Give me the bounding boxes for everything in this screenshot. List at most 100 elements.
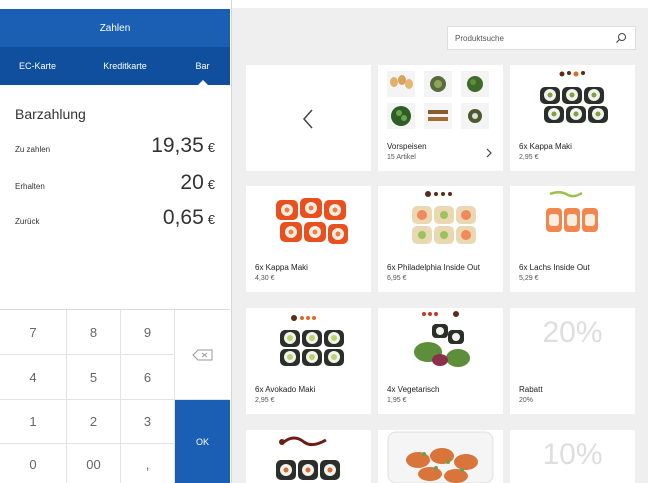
- change-value: 0,65 €: [163, 206, 215, 230]
- product-price: 5,29 €: [519, 275, 539, 282]
- category-tile-vorspeisen[interactable]: Vorspeisen 15 Artikel: [378, 65, 503, 171]
- key-label: 00: [86, 456, 101, 472]
- key-label: 5: [89, 369, 98, 385]
- product-price: 1,95 €: [387, 397, 407, 404]
- product-tile[interactable]: 6x Kappa Maki 4,30 €: [246, 186, 371, 292]
- amount-due-number: 19,35: [151, 134, 204, 157]
- discount-percent-badge: 10%: [542, 438, 603, 471]
- chevron-left-icon: [302, 109, 313, 129]
- currency-symbol: €: [207, 177, 215, 192]
- key-label: 6: [143, 369, 152, 385]
- panel-header: Zahlen: [0, 9, 230, 47]
- product-name: 4x Vegetarisch: [387, 385, 440, 394]
- product-image: [378, 186, 503, 256]
- discount-tile[interactable]: 20% Rabatt 20%: [510, 308, 635, 414]
- amount-due-row: Zu zahlen 19,35 €: [15, 132, 215, 158]
- tab-label: Bar: [195, 61, 210, 71]
- amount-received-value[interactable]: 20 €: [180, 171, 215, 195]
- key-7[interactable]: 7: [0, 310, 67, 355]
- tab-ec-karte[interactable]: EC-Karte: [0, 47, 75, 85]
- product-image: [510, 65, 635, 135]
- key-comma[interactable]: ,: [121, 444, 175, 483]
- active-tab-indicator: [196, 80, 209, 86]
- change-number: 0,65: [162, 206, 204, 229]
- amount-due-value: 19,35 €: [151, 134, 215, 158]
- key-00[interactable]: 00: [67, 444, 121, 483]
- category-name: Vorspeisen: [387, 142, 427, 151]
- tab-label: EC-Karte: [18, 61, 56, 71]
- backspace-icon: [191, 349, 212, 360]
- discount-percent-badge: 20%: [542, 316, 603, 349]
- tab-kreditkarte[interactable]: Kreditkarte: [75, 47, 175, 85]
- panel-title: Zahlen: [99, 22, 131, 34]
- product-tile[interactable]: [246, 430, 371, 483]
- discount-badge-area: 20%: [510, 308, 635, 378]
- product-image: [510, 186, 635, 256]
- key-label: 7: [29, 324, 37, 340]
- key-label: 8: [89, 324, 98, 340]
- key-6[interactable]: 6: [121, 355, 175, 400]
- key-4[interactable]: 4: [0, 355, 67, 400]
- key-label: 1: [29, 414, 37, 429]
- key-1[interactable]: 1: [0, 400, 67, 444]
- product-tile[interactable]: [378, 430, 503, 483]
- chevron-right-icon: [486, 148, 492, 158]
- key-8[interactable]: 8: [67, 310, 121, 355]
- product-name: 6x Kappa Maki: [255, 263, 308, 272]
- change-label: Zurück: [15, 217, 40, 226]
- payment-panel: Zahlen EC-Karte Kreditkarte Bar Barzahlu…: [0, 0, 232, 483]
- key-label: 0: [29, 456, 37, 472]
- key-label: 4: [29, 369, 37, 385]
- product-name: 6x Kappa Maki: [519, 142, 572, 151]
- key-0[interactable]: 0: [0, 444, 67, 483]
- section-title: Barzahlung: [15, 106, 86, 122]
- product-tile[interactable]: 6x Kappa Maki 2,95 €: [510, 65, 635, 171]
- discount-tile[interactable]: 10%: [510, 430, 635, 483]
- ok-label: OK: [195, 437, 209, 447]
- payment-tabs: EC-Karte Kreditkarte Bar: [0, 47, 230, 86]
- currency-symbol: €: [207, 140, 215, 155]
- key-3[interactable]: 3: [121, 400, 175, 444]
- tab-bar[interactable]: Bar: [175, 47, 230, 86]
- product-name: Rabatt: [519, 385, 543, 394]
- product-image: [246, 308, 371, 378]
- product-price: 2,95 €: [519, 154, 539, 161]
- product-name: 6x Lachs Inside Out: [519, 263, 590, 272]
- amount-received-number: 20: [180, 171, 204, 194]
- search-input[interactable]: Produktsuche: [455, 34, 504, 43]
- key-2[interactable]: 2: [67, 400, 121, 444]
- product-name: 6x Avokado Maki: [255, 385, 316, 394]
- key-label: 9: [143, 324, 152, 340]
- back-tile[interactable]: [246, 65, 371, 171]
- numeric-keypad: 7 8 9 4 5 6 1 2 3 0 00 , OK: [0, 309, 230, 483]
- product-tile[interactable]: 6x Lachs Inside Out 5,29 €: [510, 186, 635, 292]
- product-search[interactable]: Produktsuche: [447, 26, 636, 50]
- product-price: 6,95 €: [387, 275, 407, 282]
- amount-due-label: Zu zahlen: [15, 145, 51, 154]
- tab-label: Kreditkarte: [103, 61, 147, 71]
- product-image: [387, 431, 494, 483]
- category-count: 15 Artikel: [387, 154, 416, 161]
- backspace-button[interactable]: [175, 310, 230, 400]
- product-price: 2,95 €: [255, 397, 275, 404]
- key-label: 2: [89, 414, 98, 429]
- currency-symbol: €: [207, 212, 215, 227]
- change-row: Zurück 0,65 €: [15, 204, 215, 230]
- key-label: 3: [143, 414, 152, 429]
- search-icon[interactable]: [615, 32, 627, 44]
- product-image: [378, 308, 503, 378]
- product-price: 4,30 €: [255, 275, 275, 282]
- key-5[interactable]: 5: [67, 355, 121, 400]
- category-image: [378, 65, 503, 135]
- key-9[interactable]: 9: [121, 310, 175, 355]
- product-name: 6x Philadelphia Inside Out: [387, 263, 480, 272]
- product-tile[interactable]: 4x Vegetarisch 1,95 €: [378, 308, 503, 414]
- product-image: [276, 436, 340, 480]
- amount-received-row: Erhalten 20 €: [15, 169, 215, 195]
- product-tile[interactable]: 6x Philadelphia Inside Out 6,95 €: [378, 186, 503, 292]
- ok-button[interactable]: OK: [175, 400, 230, 483]
- product-price: 20%: [519, 397, 534, 404]
- product-tile[interactable]: 6x Avokado Maki 2,95 €: [246, 308, 371, 414]
- product-image: [246, 186, 371, 256]
- amount-received-label: Erhalten: [15, 182, 45, 191]
